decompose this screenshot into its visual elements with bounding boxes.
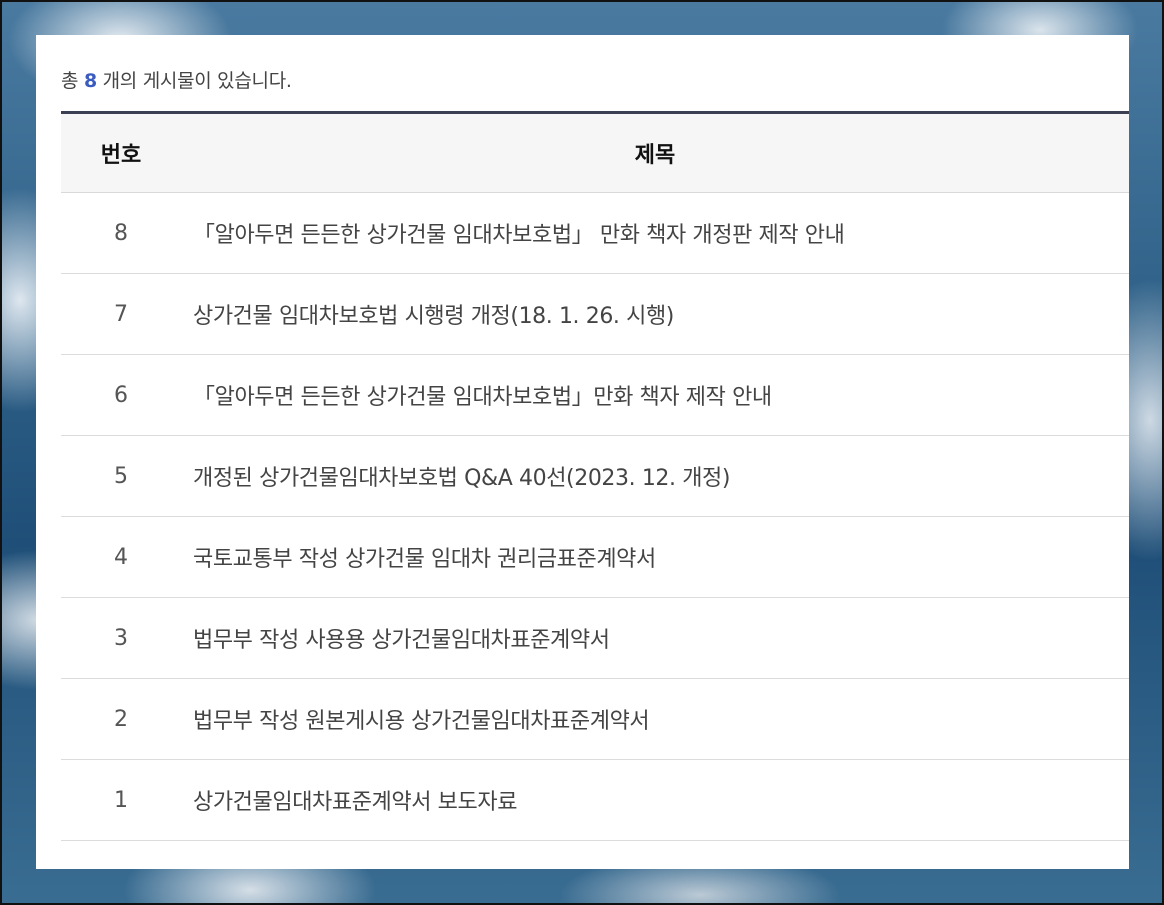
table-row[interactable]: 1 상가건물임대차표준계약서 보도자료 — [61, 760, 1129, 841]
table-row[interactable]: 4 국토교통부 작성 상가건물 임대차 권리금표준계약서 — [61, 517, 1129, 598]
row-number: 1 — [114, 787, 128, 813]
table-row[interactable]: 8 「알아두면 든든한 상가건물 임대차보호법」 만화 책자 개정판 제작 안내 — [61, 193, 1129, 274]
count-prefix: 총 — [61, 70, 79, 92]
table-header: 번호 제목 — [61, 114, 1129, 193]
table-row[interactable]: 7 상가건물 임대차보호법 시행령 개정(18. 1. 26. 시행) — [61, 274, 1129, 355]
row-number: 4 — [114, 544, 128, 570]
row-number: 6 — [114, 382, 128, 408]
post-count: 8 — [83, 70, 97, 92]
table-row[interactable]: 2 법무부 작성 원본게시용 상가건물임대차표준계약서 — [61, 679, 1129, 760]
table-row[interactable]: 3 법무부 작성 사용용 상가건물임대차표준계약서 — [61, 598, 1129, 679]
row-number: 8 — [114, 220, 128, 246]
row-title-link[interactable]: 상가건물임대차표준계약서 보도자료 — [181, 784, 1129, 816]
row-title-link[interactable]: 법무부 작성 원본게시용 상가건물임대차표준계약서 — [181, 703, 1129, 735]
row-title-link[interactable]: 개정된 상가건물임대차보호법 Q&A 40선(2023. 12. 개정) — [181, 460, 1129, 492]
row-number: 7 — [114, 301, 128, 327]
table-row[interactable]: 6 「알아두면 든든한 상가건물 임대차보호법」만화 책자 제작 안내 — [61, 355, 1129, 436]
table-row[interactable]: 5 개정된 상가건물임대차보호법 Q&A 40선(2023. 12. 개정) — [61, 436, 1129, 517]
row-number: 5 — [114, 463, 128, 489]
row-title-link[interactable]: 「알아두면 든든한 상가건물 임대차보호법」만화 책자 제작 안내 — [181, 379, 1129, 411]
row-number: 2 — [114, 706, 128, 732]
count-suffix: 개의 게시물이 있습니다. — [102, 70, 292, 92]
row-title-link[interactable]: 「알아두면 든든한 상가건물 임대차보호법」 만화 책자 개정판 제작 안내 — [181, 217, 1129, 249]
row-title-link[interactable]: 법무부 작성 사용용 상가건물임대차표준계약서 — [181, 622, 1129, 654]
header-number: 번호 — [100, 143, 142, 168]
row-title-link[interactable]: 상가건물 임대차보호법 시행령 개정(18. 1. 26. 시행) — [181, 298, 1129, 330]
post-table: 번호 제목 8 「알아두면 든든한 상가건물 임대차보호법」 만화 책자 개정판… — [61, 111, 1129, 841]
header-title: 제목 — [634, 143, 676, 168]
board-panel: 총 8 개의 게시물이 있습니다. 번호 제목 8 「알아두면 든든한 상가건물… — [36, 35, 1129, 869]
row-number: 3 — [114, 625, 128, 651]
post-count-summary: 총 8 개의 게시물이 있습니다. — [61, 66, 292, 93]
row-title-link[interactable]: 국토교통부 작성 상가건물 임대차 권리금표준계약서 — [181, 541, 1129, 573]
